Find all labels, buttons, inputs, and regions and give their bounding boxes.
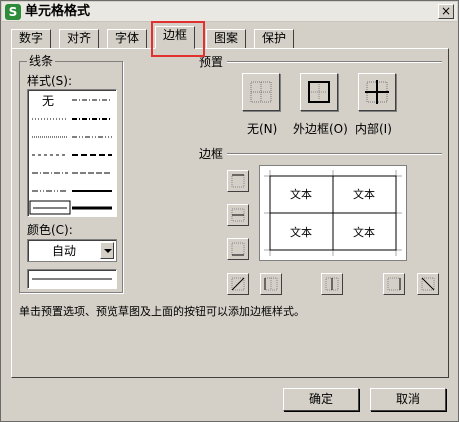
preset-inside-button[interactable] [358, 73, 396, 111]
preset-outline-icon [308, 81, 330, 103]
line-color-dropdown[interactable]: 自动 [27, 239, 117, 262]
ok-button[interactable]: 确定 [283, 388, 359, 411]
presets-title: 预置 [199, 55, 224, 69]
title-bar: S 单元格格式 × [2, 2, 457, 22]
border-middle-vertical-icon [325, 277, 339, 291]
border-middle-vertical-button[interactable] [321, 273, 343, 295]
close-button[interactable]: × [438, 4, 454, 19]
diagonal-up-icon [231, 277, 245, 291]
preview-cell-2: 文本 [353, 188, 375, 201]
preset-outline-button[interactable] [300, 73, 338, 111]
line-style-list[interactable]: 无 [27, 89, 117, 217]
preset-inside-icon [365, 80, 389, 104]
preset-none-icon [250, 81, 272, 103]
border-right-icon [387, 277, 401, 291]
preview-cell-4: 文本 [353, 226, 375, 239]
tab-font[interactable]: 字体 [107, 29, 148, 48]
chevron-down-icon[interactable] [100, 242, 114, 259]
line-group-title: 线条 [27, 54, 56, 68]
border-left-icon [264, 277, 278, 291]
border-bottom-icon [231, 242, 245, 256]
preset-outline-label: 外边框(O) [293, 122, 348, 136]
line-style-samples[interactable] [28, 90, 116, 216]
border-left-button[interactable] [260, 273, 282, 295]
border-top-button[interactable] [227, 170, 249, 192]
tab-highlight-box [151, 21, 205, 57]
tab-pattern[interactable]: 图案 [206, 29, 247, 48]
tab-alignment[interactable]: 对齐 [59, 29, 100, 48]
cancel-button[interactable]: 取消 [370, 388, 446, 411]
border-preview[interactable]: 文本 文本 文本 文本 [259, 165, 407, 261]
tab-protection[interactable]: 保护 [254, 29, 295, 48]
dialog-title: 单元格格式 [25, 4, 91, 19]
wps-spreadsheet-icon: S [5, 4, 21, 20]
border-right-button[interactable] [383, 273, 405, 295]
line-color-value: 自动 [52, 244, 77, 258]
border-preview-grid [264, 170, 402, 256]
tab-number[interactable]: 数字 [11, 29, 52, 48]
preset-inside-label: 内部(I) [355, 122, 392, 136]
border-diagonal-down-button[interactable] [417, 273, 439, 295]
border-bottom-button[interactable] [227, 238, 249, 260]
preview-cell-3: 文本 [290, 226, 312, 239]
border-middle-horizontal-button[interactable] [227, 204, 249, 226]
border-top-icon [231, 174, 245, 188]
preview-cell-1: 文本 [290, 188, 312, 201]
border-middle-horizontal-icon [231, 208, 245, 222]
preset-none-button[interactable] [242, 73, 280, 111]
style-label: 样式(S): [27, 74, 73, 88]
border-title: 边框 [199, 147, 224, 161]
line-color-preview [27, 269, 117, 289]
border-diagonal-up-button[interactable] [227, 273, 249, 295]
hint-text: 单击预置选项、预览草图及上面的按钮可以添加边框样式。 [19, 305, 305, 318]
preset-none-label: 无(N) [247, 122, 278, 136]
presets-separator [227, 61, 442, 63]
cell-format-dialog: S 单元格格式 × 数字 对齐 字体 边框 图案 保护 线条 样式(S): 无 [0, 0, 459, 422]
color-label: 颜色(C): [27, 223, 73, 237]
diagonal-down-icon [421, 277, 435, 291]
border-separator [227, 153, 442, 155]
